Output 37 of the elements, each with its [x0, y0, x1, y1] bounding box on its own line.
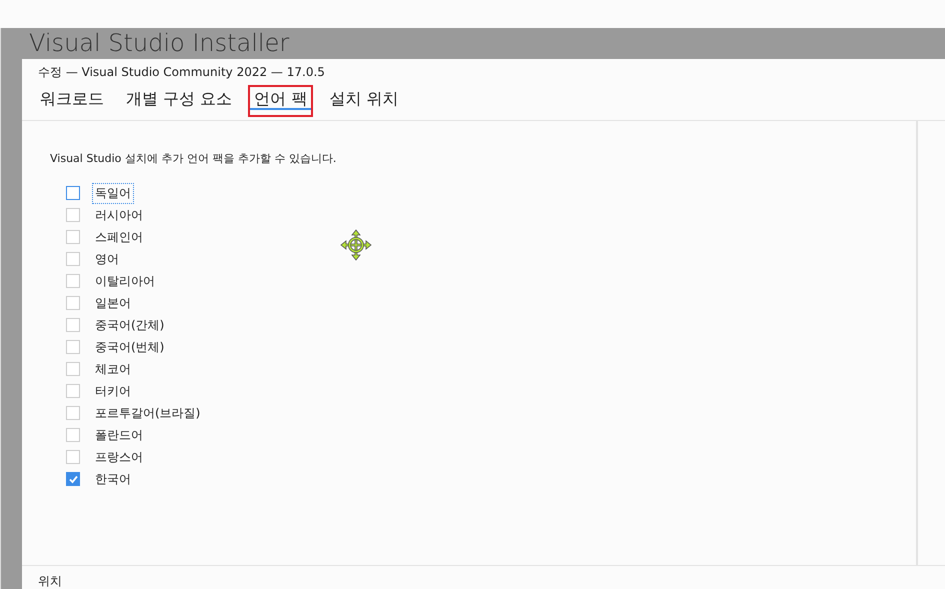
footer-label: 위치 — [38, 574, 62, 588]
language-label[interactable]: 중국어(번체) — [92, 336, 168, 358]
checkbox[interactable] — [66, 406, 80, 420]
tab[interactable]: 설치 위치 — [323, 85, 404, 117]
checkbox[interactable] — [66, 450, 80, 464]
checkbox[interactable] — [66, 274, 80, 288]
language-label[interactable]: 러시아어 — [92, 204, 146, 226]
checkbox[interactable] — [66, 318, 80, 332]
checkbox[interactable] — [66, 340, 80, 354]
checkbox[interactable] — [66, 230, 80, 244]
language-label[interactable]: 영어 — [92, 248, 122, 270]
checkbox[interactable] — [66, 208, 80, 222]
language-label[interactable]: 프랑스어 — [92, 446, 146, 468]
language-label[interactable]: 독일어 — [92, 182, 134, 204]
language-label[interactable]: 포르투갈어(브라질) — [92, 402, 204, 424]
move-cursor-icon — [340, 229, 372, 261]
checkbox[interactable] — [66, 428, 80, 442]
language-label[interactable]: 이탈리아어 — [92, 270, 158, 292]
language-label[interactable]: 한국어 — [92, 468, 134, 490]
language-label[interactable]: 터키어 — [92, 380, 134, 402]
language-label[interactable]: 스페인어 — [92, 226, 146, 248]
description-text: Visual Studio 설치에 추가 언어 팩을 추가할 수 있습니다. — [50, 151, 338, 166]
language-label[interactable]: 일본어 — [92, 292, 134, 314]
tab[interactable]: 개별 구성 요소 — [120, 85, 238, 117]
checkbox[interactable] — [66, 186, 80, 200]
checkbox[interactable] — [66, 296, 80, 310]
tab[interactable]: 워크로드 — [34, 85, 110, 117]
language-label[interactable]: 중국어(간체) — [92, 314, 168, 336]
dialog-title: 수정 — Visual Studio Community 2022 — 17.0.5 — [37, 64, 326, 79]
checkbox[interactable] — [66, 252, 80, 266]
language-label[interactable]: 폴란드어 — [92, 424, 146, 446]
checkbox[interactable] — [66, 472, 80, 486]
checkbox[interactable] — [66, 362, 80, 376]
window-title: Visual Studio Installer — [29, 28, 290, 58]
language-label[interactable]: 체코어 — [92, 358, 134, 380]
checkbox[interactable] — [66, 384, 80, 398]
tab[interactable]: 언어 팩 — [248, 85, 314, 117]
